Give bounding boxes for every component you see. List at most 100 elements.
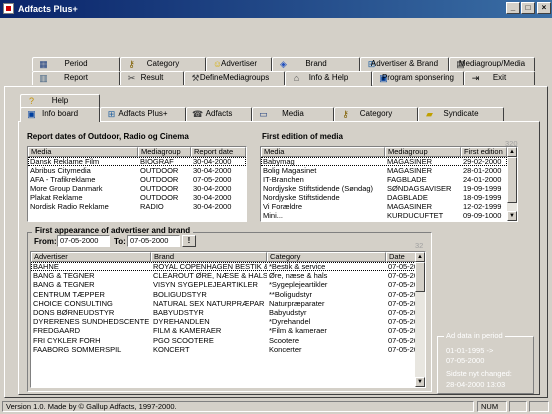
table-cell: OUTDOOR (140, 175, 179, 184)
close-button[interactable]: × (537, 2, 551, 14)
tab-advertiser-brand[interactable]: ⊞ Advertiser & Brand (360, 57, 449, 71)
to-date-input[interactable]: 07-05-2000 (127, 235, 180, 247)
column-header[interactable]: Media (28, 147, 138, 157)
tab-definemediagroups[interactable]: ⚒ DefineMediagroups (184, 71, 285, 85)
table-row[interactable]: CHOICE CONSULTING NATURAL SEX NATURPRÆPAR… (31, 299, 416, 308)
tab-result[interactable]: ✂ Result (120, 71, 184, 85)
scroll-up-button[interactable]: ▲ (415, 252, 425, 262)
table-cell: SØNDAGSAVISER (387, 184, 452, 193)
vertical-scrollbar[interactable]: ▲ ▼ (507, 147, 517, 221)
table-row[interactable]: CENTRUM TÆPPER BOLIGUDSTYR **Boligudstyr 07… (31, 290, 416, 299)
tab-mediagroup-media[interactable]: ▤ Mediagroup/Media (449, 57, 535, 71)
table-cell: DONS BØRNEUDSTYR (33, 308, 115, 317)
column-header[interactable]: Media (261, 147, 385, 157)
resize-grip[interactable] (529, 401, 549, 412)
first-appearance-table: Advertiser Brand Category Date BAHNE ROYAL CO… (30, 251, 426, 388)
column-header[interactable]: Mediagroup (138, 147, 191, 157)
table-cell: 07-05-2000 (193, 175, 232, 184)
column-header[interactable]: Brand (151, 252, 267, 262)
table-cell: 07-05-2000 (388, 271, 416, 281)
to-label: To: (114, 237, 126, 246)
tab-media[interactable]: ▭ Media (252, 107, 334, 121)
table-cell: Vi Forældre (263, 202, 303, 211)
table-row[interactable]: BANG & TEGNER CLEAROUT ØRE, NÆSE & HALS Ør… (31, 271, 416, 280)
table-cell: 29-02-2000 (463, 157, 502, 166)
table-cell: 07-05-2000 (388, 289, 416, 299)
tab-info-board[interactable]: ▣ Info board (20, 107, 100, 122)
tab-help[interactable]: ? Help (20, 94, 100, 108)
table-row[interactable]: BANG & TEGNER VISYN SYGEPLEJEARTIKLER *Syg… (31, 280, 416, 289)
table-row[interactable]: Abribus Citymedia OUTDOOR 30-04-2000 (28, 166, 246, 175)
table-cell: ROYAL COPENHAGEN BESTIK & (153, 262, 267, 271)
column-header[interactable]: Report date (191, 147, 246, 157)
table-row[interactable]: Bolig Magasinet MAGASINER 28-01-2000 (261, 166, 507, 175)
tab-category[interactable]: ⚷ Category (120, 57, 206, 71)
table-row[interactable]: FREDGAARD FILM & KAMERAER *Film & kameraer… (31, 326, 416, 335)
table-row[interactable]: Babymag MAGASINER 29-02-2000 (261, 157, 507, 166)
scroll-down-button[interactable]: ▼ (507, 211, 517, 221)
tab-label: Adfacts Plus+ (118, 109, 168, 118)
tab-period[interactable]: ▦ Period (32, 57, 120, 71)
tab-exit[interactable]: ⇥ Exit (464, 71, 535, 85)
table-row[interactable]: BAHNE ROYAL COPENHAGEN BESTIK & *Bestik & … (31, 262, 416, 272)
table-cell: BANG & TEGNER (33, 280, 95, 290)
minimize-button[interactable]: _ (506, 2, 520, 14)
tab-adfacts[interactable]: ☎ Adfacts (186, 107, 252, 121)
column-header[interactable]: Mediagroup (385, 147, 461, 157)
title-bar: Adfacts Plus+ _ □ × (0, 0, 552, 18)
table-row[interactable]: DONS BØRNEUDSTYR BABYUDSTYR Babyudstyr 07-0… (31, 308, 416, 317)
table-row[interactable]: Mini... KURDUCUFTET 09-09-1000 (261, 211, 507, 220)
table-row[interactable]: FRI CYKLER FORH PGO SCOOTERE Scootere 07-05… (31, 336, 416, 345)
table-cell: DYRERENES SUNDHEDSCENTE (33, 317, 150, 327)
first-edition-table: Media Mediagroup First edition Babymag MAGAS… (260, 146, 518, 222)
table-row[interactable]: Nordjyske Stiftstidende (Søndag) SØNDAGSA… (261, 184, 507, 193)
scroll-thumb[interactable] (415, 262, 425, 292)
vertical-scrollbar[interactable]: ▲ ▼ (415, 252, 425, 387)
table-cell: MAGASINER (387, 202, 433, 211)
table-row[interactable]: AFA - Trafikreklame OUTDOOR 07-05-2000 (28, 175, 246, 184)
column-header[interactable]: Date (386, 252, 416, 262)
scroll-thumb[interactable] (507, 157, 517, 203)
report-dates-title: Report dates of Outdoor, Radio og Cinema (27, 132, 189, 141)
table-cell: 07-05-2000 (388, 326, 416, 336)
table-cell: 07-05-2000 (388, 262, 416, 271)
tab-report[interactable]: ▥ Report (32, 71, 120, 85)
table-row[interactable]: IT-Branchen FAGBLADE 24-01-2000 (261, 175, 507, 184)
table-cell: 07-05-2000 (388, 335, 416, 345)
tab-category[interactable]: ⚷ Category (334, 107, 418, 121)
tab-label: Advertiser & Brand (370, 59, 439, 68)
table-row[interactable]: Plakat Reklame OUTDOOR 30-04-2000 (28, 193, 246, 202)
column-header[interactable]: Advertiser (31, 252, 151, 262)
table-cell: BIOGRAF (140, 157, 174, 166)
table-cell: Nordjyske Stiftstidende (Søndag) (263, 184, 374, 193)
table-row[interactable]: Vi Forældre MAGASINER 12-02-1999 (261, 202, 507, 211)
tab-syndicate[interactable]: ▰ Syndicate (418, 107, 504, 121)
scroll-down-button[interactable]: ▼ (415, 377, 425, 387)
tab-advertiser[interactable]: ☺ Advertiser (206, 57, 272, 71)
scroll-up-button[interactable]: ▲ (507, 147, 517, 157)
table-row[interactable]: DYRERENES SUNDHEDSCENTE DYREHANDLEN *Dyreh… (31, 317, 416, 326)
table-cell: KURDUCUFTET (387, 211, 444, 220)
maximize-button[interactable]: □ (521, 2, 535, 14)
tab-adfacts-plus[interactable]: ⊞ Adfacts Plus+ (100, 107, 186, 121)
apply-period-button[interactable]: ! (182, 235, 196, 247)
table-cell: 19-09-1999 (463, 184, 502, 193)
tab-program-sponsering[interactable]: ▣ Program sponsering (372, 71, 464, 85)
tab-brand[interactable]: ◈ Brand (272, 57, 360, 71)
table-row[interactable]: Nordisk Radio Reklame RADIO 30-04-2000 (28, 202, 246, 211)
column-header[interactable]: Category (267, 252, 386, 262)
table-cell: *Sygeplejeartikler (269, 280, 328, 290)
from-date-input[interactable]: 07-05-2000 (57, 235, 110, 247)
table-row[interactable]: Nordjyske Stiftstidende DAGBLADE 18-09-199… (261, 193, 507, 202)
last-changed-label: Sidste nyt changed: (446, 369, 512, 378)
table-row[interactable]: More Group Danmark OUTDOOR 30-04-2000 (28, 184, 246, 193)
tab-label: Brand (305, 59, 327, 68)
tab-label: Media (282, 109, 304, 118)
table-row[interactable]: FAABORG SOMMERSPIL KONCERT Koncerter 07-05-… (31, 345, 416, 354)
tab-info-help[interactable]: ⌂ Info & Help (285, 71, 372, 86)
table-cell: Babymag (263, 157, 295, 166)
column-header[interactable]: First edition (461, 147, 507, 157)
table-cell: FREDGAARD (33, 326, 81, 336)
table-row[interactable]: Dansk Reklame Film BIOGRAF 30-04-2000 (28, 157, 246, 166)
tab-label: Advertiser (220, 59, 257, 68)
